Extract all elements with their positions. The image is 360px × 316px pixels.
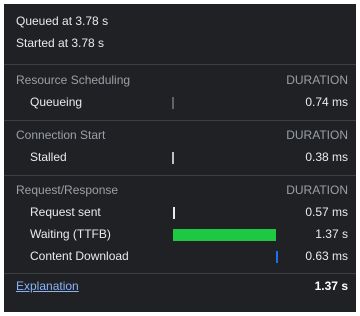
- row-value: 0.63 ms: [305, 249, 348, 263]
- section-header-connection-start: Connection Start DURATION: [16, 128, 348, 144]
- section-divider: [4, 64, 356, 65]
- explanation-link[interactable]: Explanation: [16, 279, 79, 293]
- timing-bar-waiting-ttfb: [173, 229, 276, 241]
- timing-row-request-sent: Request sent 0.57 ms: [4, 204, 356, 222]
- row-label: Content Download: [30, 249, 129, 263]
- timing-bar-stalled: [172, 152, 174, 164]
- timing-panel: Queued at 3.78 s Started at 3.78 s Resou…: [4, 4, 356, 312]
- section-title: Connection Start: [16, 128, 106, 142]
- section-divider: [4, 120, 356, 121]
- row-value: 0.38 ms: [305, 150, 348, 164]
- timing-row-waiting-ttfb: Waiting (TTFB) 1.37 s: [4, 226, 356, 244]
- timing-bar-request-sent: [173, 207, 175, 219]
- row-value: 0.74 ms: [305, 95, 348, 109]
- row-value: 1.37 s: [315, 227, 348, 241]
- row-label: Request sent: [30, 205, 101, 219]
- row-label: Stalled: [30, 150, 67, 164]
- total-duration: 1.37 s: [314, 279, 348, 293]
- row-label: Queueing: [30, 95, 83, 109]
- queued-at-text: Queued at 3.78 s: [16, 14, 109, 28]
- timing-row-stalled: Stalled 0.38 ms: [4, 149, 356, 167]
- started-at-text: Started at 3.78 s: [16, 36, 105, 50]
- timing-bar-queueing: [172, 97, 174, 109]
- timing-row-content-download: Content Download 0.63 ms: [4, 248, 356, 266]
- duration-header: DURATION: [286, 183, 348, 197]
- section-title: Resource Scheduling: [16, 73, 131, 87]
- footer-divider: [4, 273, 356, 274]
- section-title: Request/Response: [16, 183, 119, 197]
- row-value: 0.57 ms: [305, 205, 348, 219]
- timing-row-queueing: Queueing 0.74 ms: [4, 94, 356, 112]
- timing-bar-content-download: [276, 251, 278, 263]
- row-label: Waiting (TTFB): [30, 227, 111, 241]
- section-header-request-response: Request/Response DURATION: [16, 183, 348, 199]
- section-divider: [4, 175, 356, 176]
- section-header-resource-scheduling: Resource Scheduling DURATION: [16, 73, 348, 89]
- duration-header: DURATION: [286, 73, 348, 87]
- duration-header: DURATION: [286, 128, 348, 142]
